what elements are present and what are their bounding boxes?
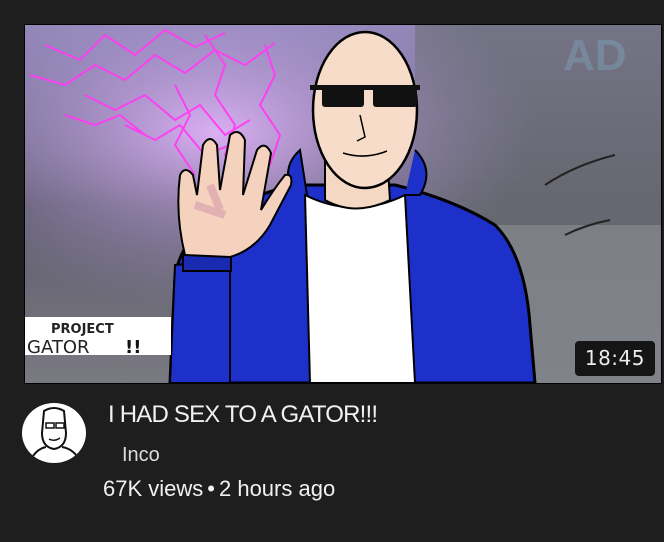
duration-badge: 18:45	[574, 341, 655, 376]
meta-separator: •	[207, 476, 215, 501]
bg-text: AD	[563, 31, 627, 80]
project-gator-logo: PROJECT GATOR !!	[25, 317, 171, 358]
svg-text:!!: !!	[125, 337, 141, 358]
svg-text:GATOR: GATOR	[27, 337, 90, 358]
channel-name[interactable]: Inco	[122, 444, 160, 467]
channel-avatar[interactable]	[22, 403, 86, 463]
video-thumbnail[interactable]: AD PROJECT GATOR !! 18:45	[24, 24, 662, 384]
svg-text:PROJECT: PROJECT	[51, 322, 114, 337]
video-title[interactable]: I HAD SEX TO A GATOR!!!	[108, 401, 378, 429]
upload-age: 2 hours ago	[218, 476, 336, 501]
thumbnail-art: AD PROJECT GATOR !!	[25, 25, 661, 383]
view-count: 67K views	[103, 476, 204, 501]
avatar-sketch-icon	[29, 407, 81, 462]
video-meta: 67K views • 2 hours ago	[103, 476, 335, 502]
